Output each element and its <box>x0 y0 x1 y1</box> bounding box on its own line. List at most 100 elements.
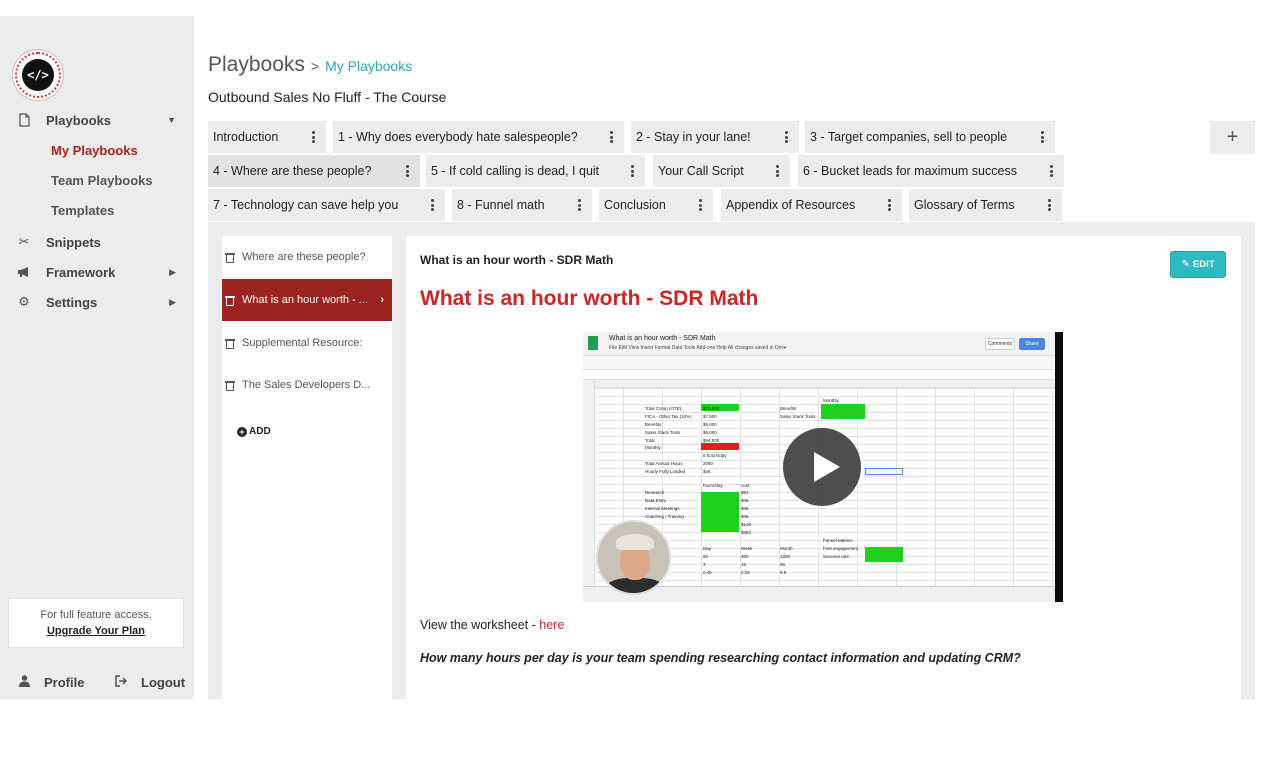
tab-label: Your Call Script <box>658 164 744 178</box>
tab-chapter-1[interactable]: 1 - Why does everybody hate salespeople? <box>333 121 624 153</box>
video-player[interactable]: What is an hour worth - SDR Math File Ed… <box>583 332 1063 602</box>
sheet-cell-text: Benefits <box>645 422 662 427</box>
kebab-menu-icon[interactable] <box>574 197 584 213</box>
sheet-comments-button: Comments <box>985 338 1015 350</box>
sidebar-item-settings[interactable]: ⚙ Settings ▶ <box>0 290 194 314</box>
chevron-right-icon: › <box>380 294 384 306</box>
tab-introduction[interactable]: Introduction <box>208 121 326 153</box>
kebab-menu-icon[interactable] <box>606 129 616 145</box>
document-icon <box>16 112 32 128</box>
sidebar-subitem-my-playbooks[interactable]: My Playbooks <box>51 143 138 158</box>
breadcrumb-separator: > <box>310 58 320 74</box>
kebab-menu-icon[interactable] <box>627 163 637 179</box>
sheet-cell-text: 66 <box>780 562 786 567</box>
sheet-cell-text: Monthly <box>645 445 661 450</box>
sheet-cell-text: Hourly Fully Loaded <box>645 469 686 474</box>
user-icon <box>16 674 32 690</box>
sheet-cell-text: First engagement <box>823 546 859 551</box>
sidebar-subitem-templates[interactable]: Templates <box>51 203 114 218</box>
add-section-button[interactable]: + ADD <box>237 426 271 437</box>
section-title: What is an hour worth - SDR Math <box>420 253 614 267</box>
sidebar-subitem-team-playbooks[interactable]: Team Playbooks <box>51 173 153 188</box>
sheet-cell-text: Total Comp (OTE) <box>645 406 682 411</box>
megaphone-icon <box>16 264 32 280</box>
kebab-menu-icon[interactable] <box>695 197 705 213</box>
sheet-cell-text: Coaching / Training <box>645 514 684 519</box>
sheet-column-headers <box>583 380 1055 388</box>
tab-chapter-4[interactable]: 4 - Where are these people? <box>208 155 420 187</box>
kebab-menu-icon[interactable] <box>402 163 412 179</box>
kebab-menu-icon[interactable] <box>772 163 782 179</box>
sidebar-item-label: Framework <box>46 264 116 280</box>
tab-chapter-2[interactable]: 2 - Stay in your lane! <box>631 121 799 153</box>
edit-button[interactable]: ✎ EDIT <box>1170 251 1226 278</box>
sheet-cell-text: Internal Meetings <box>645 506 680 511</box>
sheet-menu-bar: File Edit View Insert Format Data Tools … <box>609 345 787 351</box>
breadcrumb-my-playbooks[interactable]: My Playbooks <box>325 58 412 74</box>
sidebar-item-playbooks[interactable]: Playbooks ▼ <box>0 108 194 132</box>
trash-icon[interactable] <box>225 338 235 349</box>
trash-icon[interactable] <box>225 380 235 391</box>
tab-conclusion[interactable]: Conclusion <box>599 189 713 221</box>
worksheet-link[interactable]: here <box>539 618 564 632</box>
tab-chapter-7[interactable]: 7 - Technology can save help you <box>208 189 445 221</box>
sheet-cell-text: Sales Stack Tools <box>780 414 816 419</box>
kebab-menu-icon[interactable] <box>884 197 894 213</box>
tab-glossary[interactable]: Glossary of Terms <box>909 189 1062 221</box>
logout-button[interactable]: Logout <box>113 672 185 692</box>
section-label: Where are these people? <box>242 251 366 263</box>
tab-call-script[interactable]: Your Call Script <box>653 155 790 187</box>
sheet-cell-text: Total Annual Hours <box>645 461 683 466</box>
tab-chapter-6[interactable]: 6 - Bucket leads for maximum success <box>798 155 1064 187</box>
kebab-menu-icon[interactable] <box>427 197 437 213</box>
kebab-menu-icon[interactable] <box>1044 197 1054 213</box>
sheet-cell-text: $45 <box>741 514 749 519</box>
upgrade-plan-link[interactable]: Upgrade Your Plan <box>47 625 145 637</box>
sheet-cell-text: Month <box>780 546 793 551</box>
profile-button[interactable]: Profile <box>16 672 84 692</box>
sheet-cell-text: Total <box>645 438 655 443</box>
selected-cell <box>865 468 903 475</box>
tab-chapter-3[interactable]: 3 - Target companies, sell to people <box>805 121 1055 153</box>
sidebar-item-snippets[interactable]: ✂ Snippets <box>0 230 194 254</box>
sheet-cell-text: Data Entry <box>645 498 667 503</box>
sidebar: </> Playbooks ▼ My Playbooks Team Playbo… <box>0 16 194 699</box>
sheet-cell-text: cost <box>741 483 750 488</box>
sheet-cell-text: Benefits <box>780 406 797 411</box>
webcam-cap <box>616 534 654 550</box>
sheet-cell-text: $94,500 <box>703 438 720 443</box>
section-item[interactable]: Supplemental Resource: <box>222 322 392 364</box>
tab-chapter-8[interactable]: 8 - Funnel math <box>452 189 592 221</box>
play-button-icon[interactable] <box>783 428 861 506</box>
sheet-cell-text: Research <box>645 490 665 495</box>
sidebar-item-framework[interactable]: Framework ▶ <box>0 260 194 284</box>
tab-label: 2 - Stay in your lane! <box>636 130 751 144</box>
sheet-cell-text: 15 <box>741 562 747 567</box>
kebab-menu-icon[interactable] <box>1037 129 1047 145</box>
logo-ring <box>15 52 61 98</box>
section-item-active[interactable]: What is an hour worth - ... › <box>222 279 392 321</box>
tab-chapter-5[interactable]: 5 - If cold calling is dead, I quit <box>426 155 645 187</box>
edit-label: EDIT <box>1192 259 1215 270</box>
section-label: The Sales Developers D... <box>242 379 371 391</box>
kebab-menu-icon[interactable] <box>1046 163 1056 179</box>
sheet-cell-text: $6,000 <box>703 422 717 427</box>
section-item[interactable]: Where are these people? <box>222 236 392 278</box>
section-item[interactable]: The Sales Developers D... <box>222 364 392 406</box>
sheet-cell-text: Sales Stack Tools <box>645 430 681 435</box>
sheet-cell-text: $136 <box>741 522 752 527</box>
sheet-cell-text: 60 <box>703 554 709 559</box>
tab-appendix[interactable]: Appendix of Resources <box>721 189 902 221</box>
tab-label: 8 - Funnel math <box>457 198 545 212</box>
add-tab-button[interactable]: + <box>1210 121 1255 154</box>
brand-logo[interactable]: </> <box>12 49 64 101</box>
app-window: </> Playbooks ▼ My Playbooks Team Playbo… <box>0 0 1268 760</box>
section-list: Where are these people? What is an hour … <box>222 236 392 699</box>
breadcrumb-root[interactable]: Playbooks <box>208 53 305 77</box>
plus-circle-icon: + <box>237 426 247 437</box>
trash-icon[interactable] <box>225 252 235 263</box>
trash-icon[interactable] <box>225 295 235 306</box>
sheet-cell-text: 2.25 <box>741 570 750 575</box>
kebab-menu-icon[interactable] <box>781 129 791 145</box>
kebab-menu-icon[interactable] <box>308 129 318 145</box>
